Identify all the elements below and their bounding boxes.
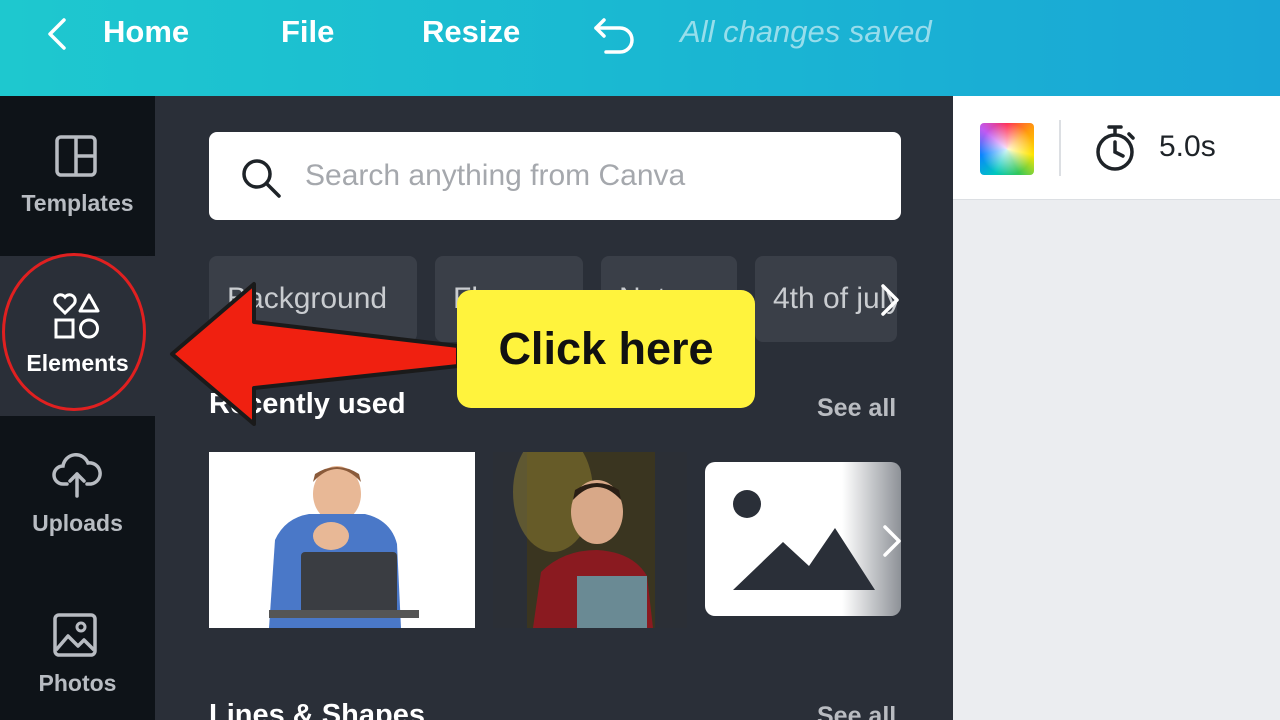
see-all-lines-link[interactable]: See all — [817, 702, 896, 720]
section-title-lines-shapes: Lines & Shapes — [209, 699, 425, 720]
recent-thumbnail-2[interactable] — [493, 452, 687, 628]
sidebar-item-label: Photos — [38, 670, 117, 696]
search-icon — [242, 159, 281, 198]
see-all-recent-link[interactable]: See all — [817, 394, 896, 423]
click-here-callout: Click here — [457, 290, 755, 408]
sidebar-item-label: Templates — [21, 190, 134, 216]
file-menu[interactable]: File — [281, 14, 334, 50]
undo-icon[interactable] — [590, 12, 638, 56]
home-button[interactable]: Home — [103, 14, 189, 50]
image-icon — [53, 613, 97, 657]
timer-icon[interactable] — [1093, 124, 1137, 172]
resize-button[interactable]: Resize — [422, 14, 520, 50]
chevron-right-icon[interactable] — [877, 521, 907, 561]
chevron-right-icon[interactable] — [875, 280, 905, 320]
upload-cloud-icon — [52, 453, 102, 498]
sidebar-item-templates[interactable]: Templates — [0, 96, 155, 256]
search-input[interactable] — [305, 150, 875, 202]
search-box[interactable] — [209, 132, 901, 220]
save-status: All changes saved — [680, 14, 932, 49]
canvas-area: 5.0s — [953, 96, 1280, 720]
templates-icon — [55, 135, 97, 177]
toolbar-divider — [1059, 120, 1061, 176]
editor-toolbar: 5.0s — [953, 96, 1280, 200]
sidebar-item-label: Uploads — [32, 510, 123, 536]
man-with-laptop-photo — [269, 466, 419, 628]
thinking-man-photo — [513, 452, 655, 628]
recent-thumbnail-1[interactable] — [209, 452, 475, 628]
chevron-left-icon[interactable] — [40, 16, 76, 52]
image-placeholder-icon — [733, 490, 875, 590]
color-picker-swatch[interactable] — [980, 123, 1034, 175]
recent-thumbnail-3[interactable] — [705, 462, 901, 616]
duration-label[interactable]: 5.0s — [1159, 130, 1216, 164]
sidebar-item-uploads[interactable]: Uploads — [0, 416, 155, 576]
sidebar-item-photos[interactable]: Photos — [0, 576, 155, 720]
red-arrow-annotation — [170, 282, 460, 426]
highlight-circle — [2, 253, 146, 411]
top-bar: Home File Resize All changes saved — [0, 0, 1280, 96]
